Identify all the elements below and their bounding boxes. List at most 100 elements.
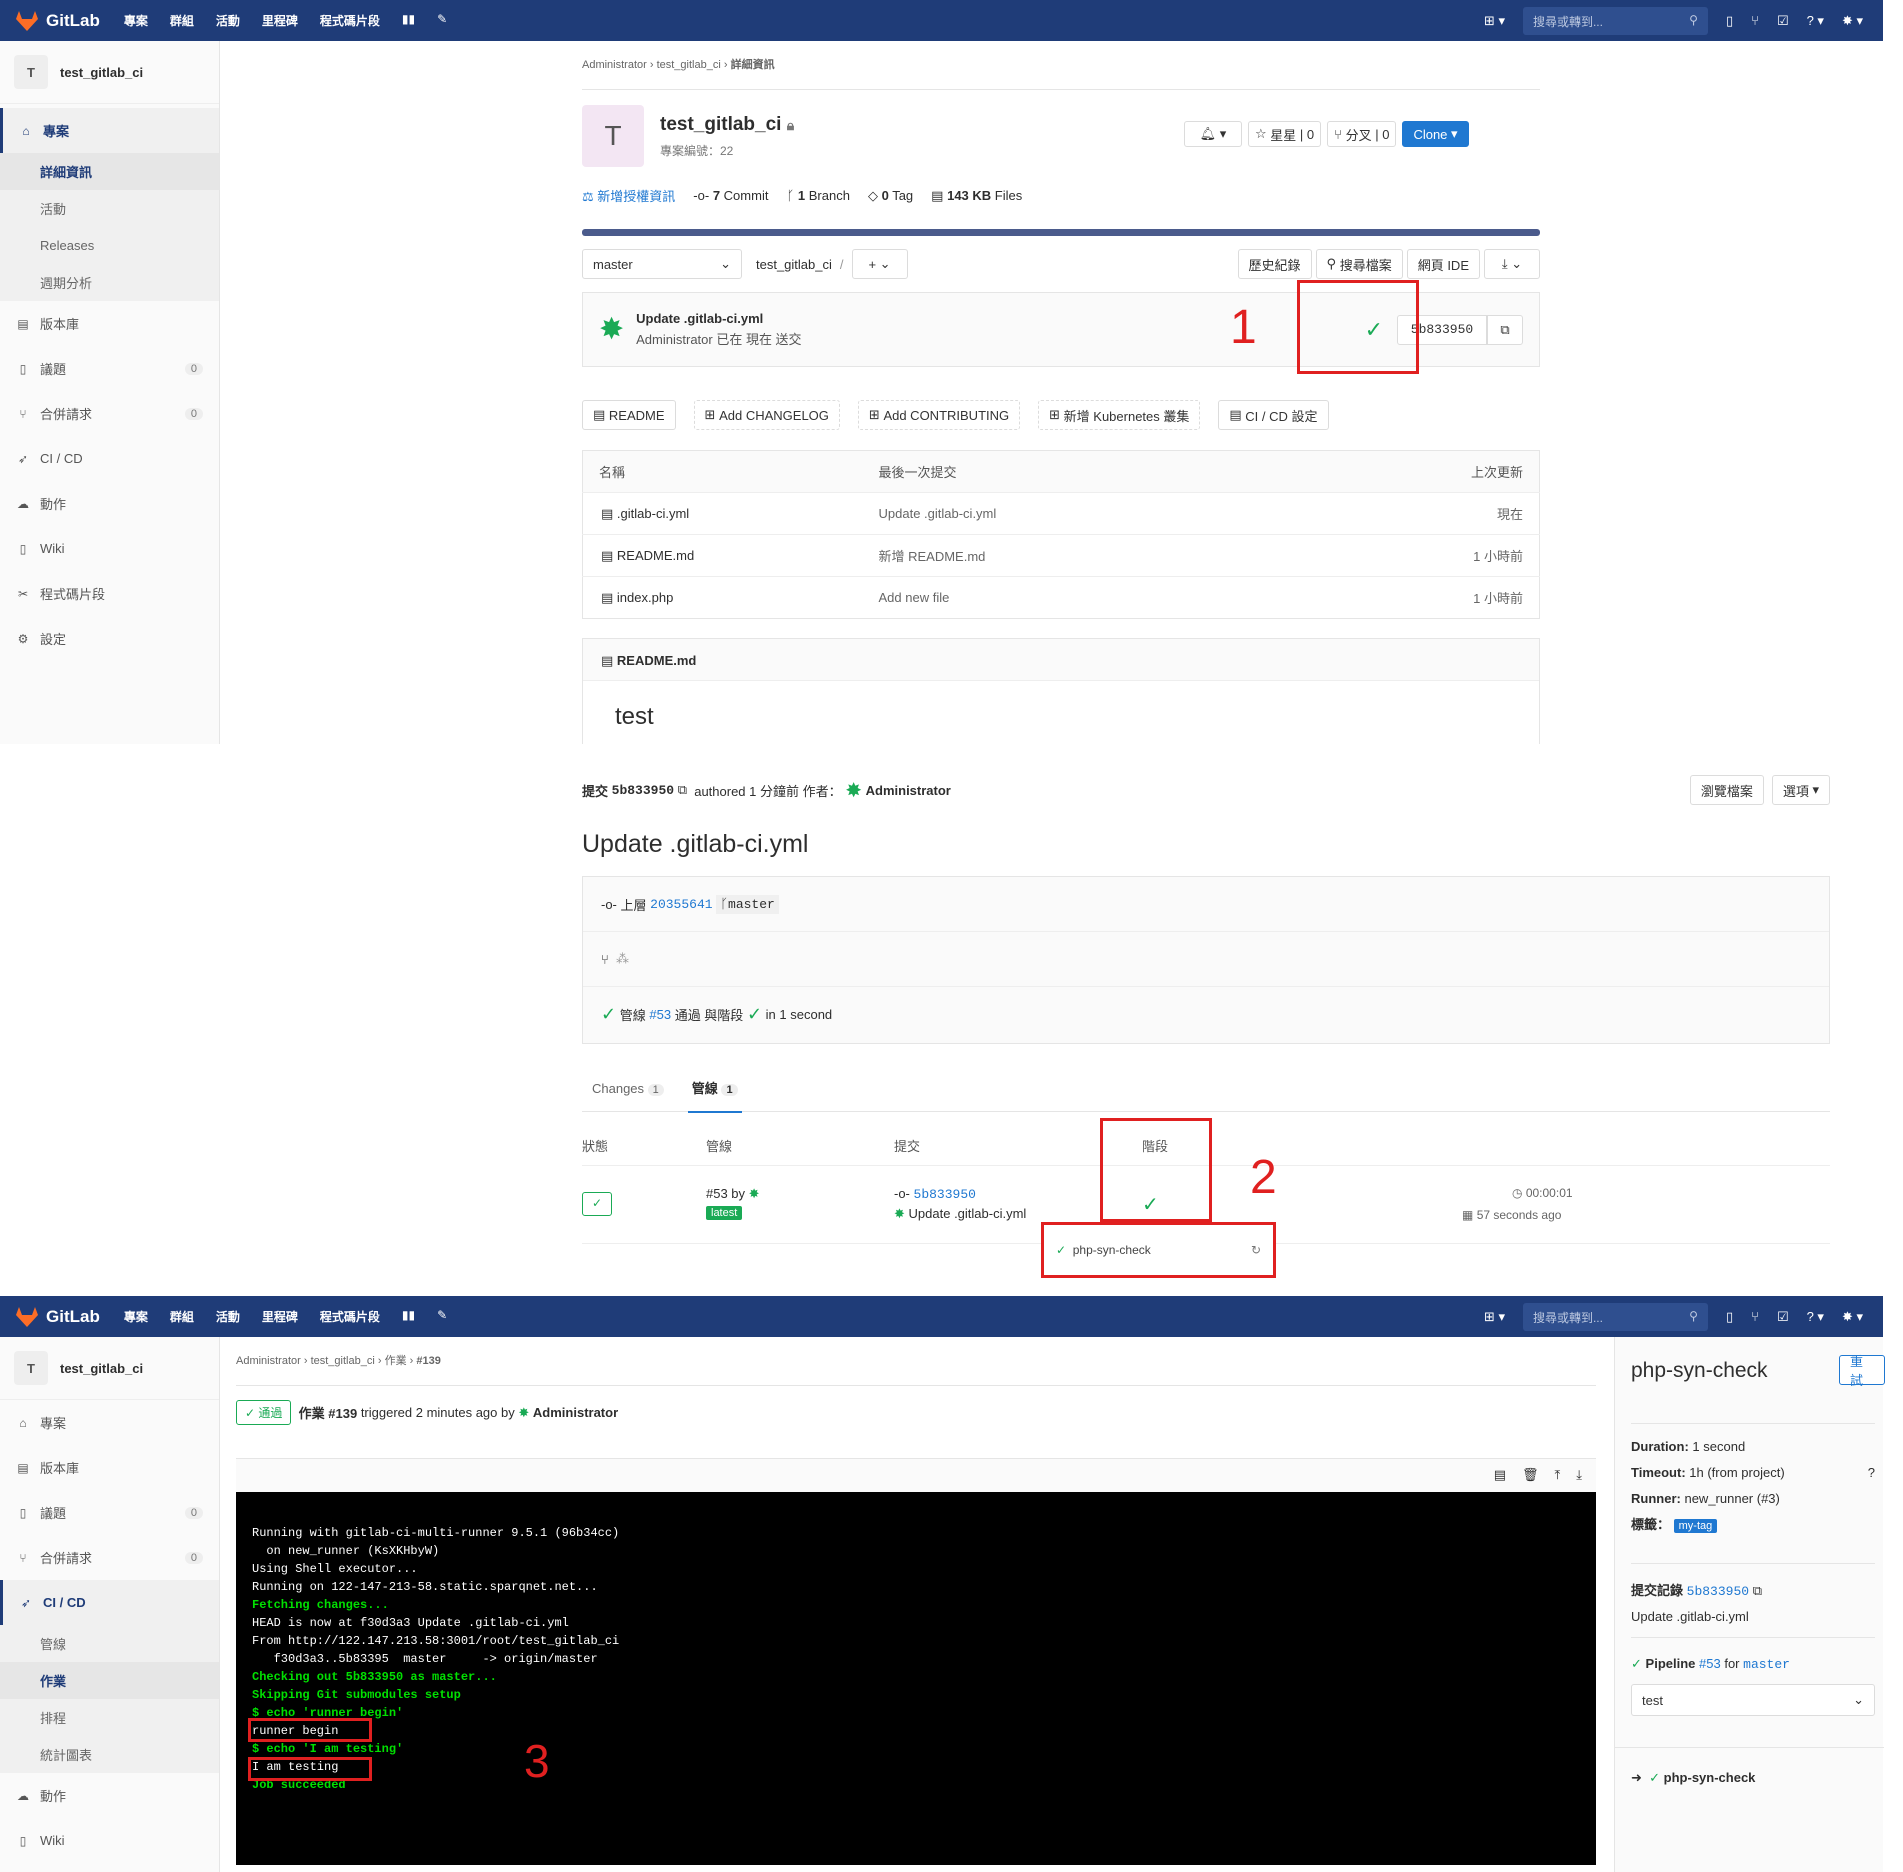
search-input[interactable]: 搜尋或轉到... ⚲ xyxy=(1522,6,1708,35)
parent-sha[interactable]: 20355641 xyxy=(650,897,712,912)
sidebar-sub-charts[interactable]: 統計圖表 xyxy=(0,1736,219,1773)
file-name[interactable]: index.php xyxy=(617,590,673,605)
stage-select[interactable]: test ⌄ xyxy=(1631,1684,1875,1716)
commit-title[interactable]: Update .gitlab-ci.yml xyxy=(636,311,801,326)
table-row[interactable]: ▤ index.php Add new file 1 小時前 xyxy=(582,576,1540,619)
help-icon[interactable]: ? ▾ xyxy=(1807,13,1824,29)
sidebar-project[interactable]: Ttest_gitlab_ci xyxy=(0,41,219,104)
sidebar-item-merge-requests[interactable]: ⑂ 合併請求 0 xyxy=(0,391,219,436)
commits-link[interactable]: -o- 7 Commit xyxy=(693,188,768,203)
job-name[interactable]: php-syn-check xyxy=(1073,1243,1151,1257)
breadcrumb-item[interactable]: test_gitlab_ci xyxy=(311,1355,375,1367)
nav-milestones[interactable]: 里程碑 xyxy=(262,1308,298,1325)
sidebar-sub-cycle[interactable]: 週期分析 xyxy=(0,264,219,301)
question-icon[interactable]: ? xyxy=(1868,1460,1875,1486)
add-file-dropdown[interactable]: + ⌄ xyxy=(851,249,908,279)
gitlab-logo[interactable]: GitLab xyxy=(16,1306,100,1327)
copy-icon[interactable]: ⧉ xyxy=(1753,1583,1762,1598)
sidebar-item-snippets[interactable]: ✂ 程式碼片段 xyxy=(0,571,219,616)
history-button[interactable]: 歷史紀錄 xyxy=(1237,249,1312,279)
job-list-item[interactable]: ➜ ✓ php-syn-check xyxy=(1615,1747,1884,1808)
find-file-button[interactable]: ⚲ 搜尋檔案 xyxy=(1315,249,1403,279)
breadcrumb-item[interactable]: 作業 xyxy=(385,1355,407,1367)
plus-icon[interactable]: ⊞ ▾ xyxy=(1484,13,1505,29)
file-name[interactable]: README.md xyxy=(617,548,694,563)
job-dropdown[interactable]: ✓ php-syn-check ↻ xyxy=(1041,1222,1276,1278)
file-commit[interactable]: Update .gitlab-ci.yml xyxy=(879,493,1297,535)
file-name[interactable]: .gitlab-ci.yml xyxy=(617,506,689,521)
web-ide-button[interactable]: 網頁 IDE xyxy=(1406,249,1480,279)
issues-nav-icon[interactable]: ▯ xyxy=(1726,13,1733,29)
file-commit[interactable]: Add new file xyxy=(879,577,1297,619)
table-row[interactable]: ▤ README.md 新增 README.md 1 小時前 xyxy=(582,534,1540,577)
sidebar-item-cicd[interactable]: ➶ CI / CD xyxy=(0,436,219,481)
chart-icon[interactable]: ▮▮ xyxy=(402,1308,415,1325)
sidebar-item-wiki[interactable]: ▯ Wiki xyxy=(0,526,219,571)
add-k8s-button[interactable]: ⊞ 新增 Kubernetes 叢集 xyxy=(1038,400,1201,430)
star-button[interactable]: ☆ 星星 | 0 xyxy=(1248,121,1322,147)
sidebar-item-operations[interactable]: ☁ 動作 xyxy=(0,481,219,526)
user-avatar[interactable]: ✸ ▾ xyxy=(1842,1309,1863,1325)
sidebar-item-repository[interactable]: ▤ 版本庫 xyxy=(0,1445,219,1490)
nav-snippets[interactable]: 程式碼片段 xyxy=(320,1308,380,1325)
sidebar-item-repository[interactable]: ▤ 版本庫 xyxy=(0,301,219,346)
breadcrumb-item[interactable]: test_gitlab_ci xyxy=(657,59,721,71)
branches-link[interactable]: ᚴ 1 Branch xyxy=(786,188,850,203)
wrench-icon[interactable]: ✎ xyxy=(437,12,447,29)
todo-icon[interactable]: ☑ xyxy=(1777,1309,1789,1325)
tab-changes[interactable]: Changes 1 xyxy=(592,1081,664,1096)
status-passed-badge[interactable]: ✓ xyxy=(582,1192,612,1216)
nav-snippets[interactable]: 程式碼片段 xyxy=(320,12,380,29)
pipeline-link[interactable]: #53 xyxy=(649,1007,671,1022)
download-dropdown[interactable]: ⤓ ⌄ xyxy=(1484,249,1540,279)
browse-files-button[interactable]: 瀏覽檔案 xyxy=(1689,775,1764,805)
help-icon[interactable]: ? ▾ xyxy=(1807,1309,1824,1325)
clone-button[interactable]: Clone ▾ xyxy=(1402,121,1469,147)
nav-activity[interactable]: 活動 xyxy=(216,12,240,29)
sidebar-sub-jobs[interactable]: 作業 xyxy=(0,1662,219,1699)
wrench-icon[interactable]: ✎ xyxy=(437,1308,447,1325)
retry-icon[interactable]: ↻ xyxy=(1251,1243,1261,1257)
sidebar-item-issues[interactable]: ▯ 議題 0 xyxy=(0,346,219,391)
breadcrumb-item[interactable]: Administrator xyxy=(236,1355,301,1367)
retry-button[interactable]: 重試 xyxy=(1839,1354,1885,1388)
tags-link[interactable]: ◇ 0 Tag xyxy=(868,188,913,204)
add-changelog-button[interactable]: ⊞ Add CHANGELOG xyxy=(693,400,840,430)
add-contributing-button[interactable]: ⊞ Add CONTRIBUTING xyxy=(857,400,1021,430)
nav-milestones[interactable]: 里程碑 xyxy=(262,12,298,29)
trash-icon[interactable]: 🗑︎ xyxy=(1522,1467,1539,1483)
sidebar-item-wiki[interactable]: ▯ Wiki xyxy=(0,1818,219,1863)
gitlab-logo[interactable]: GitLab xyxy=(16,10,100,31)
stage-passed-icon[interactable]: ✓ xyxy=(747,1004,762,1025)
copy-icon[interactable]: ⧉ xyxy=(1487,314,1523,345)
sidebar-item-settings[interactable]: ⚙ 設定 xyxy=(0,616,219,661)
license-link[interactable]: ⚖ 新增授權資訊 xyxy=(582,186,675,205)
commit-sha-link[interactable]: 5b833950 xyxy=(1687,1584,1749,1599)
readme-button[interactable]: ▤ README xyxy=(582,400,676,430)
pipeline-link[interactable]: #53 xyxy=(1699,1656,1721,1671)
job-link[interactable]: php-syn-check xyxy=(1664,1770,1756,1785)
commit-author[interactable]: Administrator xyxy=(866,783,951,798)
nav-groups[interactable]: 群組 xyxy=(170,1308,194,1325)
sidebar-sub-pipelines[interactable]: 管線 xyxy=(0,1625,219,1662)
nav-activity[interactable]: 活動 xyxy=(216,1308,240,1325)
sidebar-item-operations[interactable]: ☁ 動作 xyxy=(0,1773,219,1818)
sidebar-item-project[interactable]: ⌂ 專案 xyxy=(0,108,219,153)
job-user[interactable]: Administrator xyxy=(533,1405,618,1420)
nav-projects[interactable]: 專案 xyxy=(124,1308,148,1325)
scroll-bottom-icon[interactable]: ⤓ xyxy=(1576,1467,1582,1483)
raw-log-icon[interactable]: ▤ xyxy=(1494,1467,1506,1483)
table-row[interactable]: ▤ .gitlab-ci.yml Update .gitlab-ci.yml 現… xyxy=(582,492,1540,535)
sidebar-item-merge-requests[interactable]: ⑂ 合併請求 0 xyxy=(0,1535,219,1580)
repo-path[interactable]: test_gitlab_ci xyxy=(756,257,832,272)
branch-tag[interactable]: ᚴmaster xyxy=(716,894,779,914)
breadcrumb-item[interactable]: Administrator xyxy=(582,59,647,71)
nav-groups[interactable]: 群組 xyxy=(170,12,194,29)
branch-select[interactable]: master ⌄ xyxy=(582,249,742,279)
cicd-settings-button[interactable]: ▤ CI / CD 設定 xyxy=(1218,400,1329,430)
sidebar-sub-activity[interactable]: 活動 xyxy=(0,190,219,227)
branch-link[interactable]: master xyxy=(1743,1657,1790,1672)
sidebar-project[interactable]: Ttest_gitlab_ci xyxy=(0,1337,219,1400)
user-avatar[interactable]: ✸ ▾ xyxy=(1842,13,1863,29)
todo-icon[interactable]: ☑ xyxy=(1777,13,1789,29)
